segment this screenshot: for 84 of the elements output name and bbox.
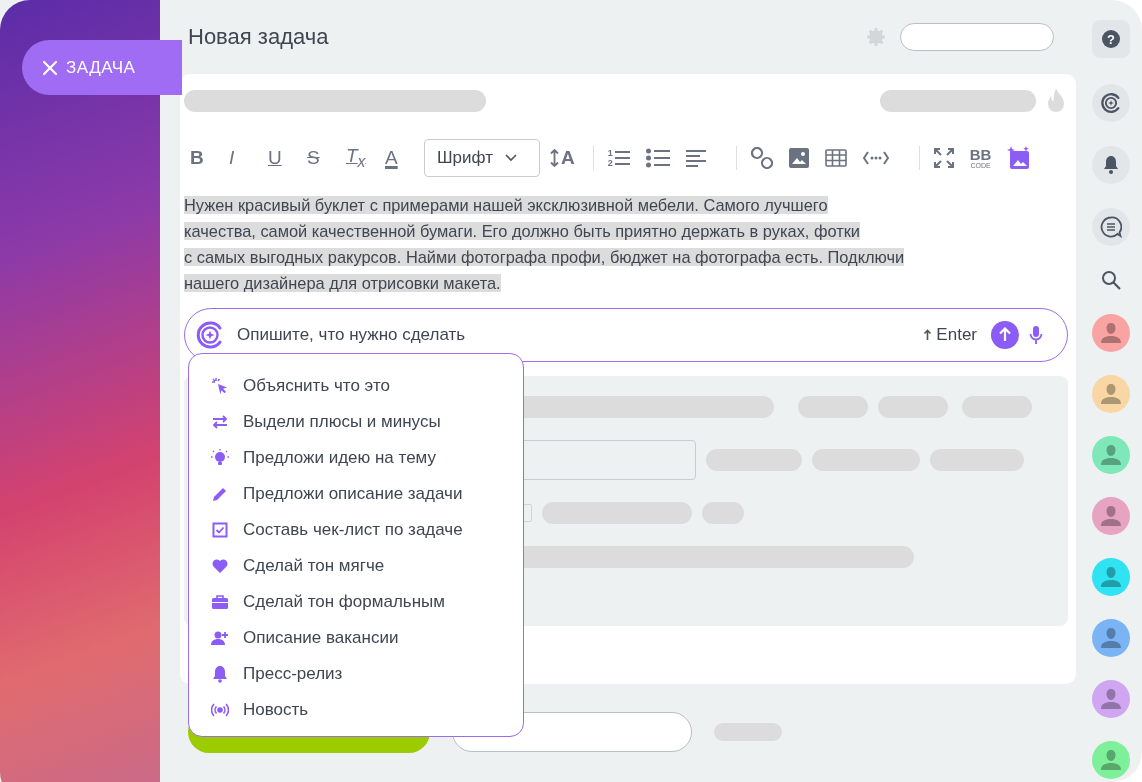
swap-icon	[211, 413, 229, 431]
menu-item-label: Предложи описание задачи	[243, 484, 463, 504]
clear-format-button[interactable]: T$_{x}$	[346, 145, 385, 171]
chevron-down-icon	[504, 154, 517, 162]
bell-icon	[1102, 155, 1120, 175]
italic-button[interactable]: I	[229, 147, 268, 169]
enter-hint: Enter	[923, 325, 977, 345]
chat-button[interactable]	[1092, 208, 1130, 246]
user-avatar[interactable]	[1092, 436, 1130, 474]
user-avatar[interactable]	[1092, 741, 1130, 779]
sparkle-image-icon[interactable]	[1007, 146, 1032, 170]
user-avatar[interactable]	[1092, 314, 1130, 352]
user-avatar[interactable]	[1092, 497, 1130, 535]
menu-item-label: Новость	[243, 700, 309, 720]
menu-item-label: Сделай тон мягче	[243, 556, 385, 576]
lines-icon	[614, 149, 630, 167]
microphone-icon[interactable]	[1029, 325, 1043, 345]
menu-item[interactable]: Сделай тон формальным	[211, 584, 523, 620]
chat-icon	[1100, 216, 1122, 238]
person-icon	[1101, 505, 1121, 527]
cursor-icon	[211, 377, 229, 395]
user-avatar[interactable]	[1092, 375, 1130, 413]
menu-item-label: Описание вакансии	[243, 628, 399, 648]
code-icon[interactable]	[862, 150, 889, 166]
menu-item[interactable]: Составь чек-лист по задаче	[211, 512, 523, 548]
text-color-button[interactable]: A	[385, 147, 424, 169]
task-description: Нужен красивый буклет с примерами нашей эксклюзивной мебели. Самого лучшего качества, самой качественной бумаги. Его должно быть приятно держать в руках, фотки с самых выгодных ракурсов. Найми фотографа профи, бюджет на фотографа есть. Подключи нашего дизайнера для отрисовки макета.	[184, 195, 906, 294]
person-icon	[1101, 383, 1121, 405]
user-avatar[interactable]	[1092, 558, 1130, 596]
menu-item-label: Выдели плюсы и минусы	[243, 412, 441, 432]
notifications-button[interactable]	[1092, 146, 1130, 184]
briefcase-icon	[211, 593, 229, 611]
menu-item[interactable]: Объяснить что это	[211, 368, 523, 404]
bell-icon	[211, 665, 229, 683]
link-icon[interactable]	[750, 147, 773, 169]
person-icon	[1101, 627, 1121, 649]
header-input-field[interactable]	[900, 23, 1054, 51]
align-left-icon[interactable]	[685, 149, 706, 167]
font-dropdown[interactable]: Шрифт	[424, 139, 540, 177]
menu-item[interactable]: Описание вакансии	[211, 620, 523, 656]
bold-button[interactable]: B	[190, 147, 229, 169]
person-icon	[1101, 688, 1121, 710]
menu-item[interactable]: Пресс-релиз	[211, 656, 523, 692]
fullscreen-icon[interactable]	[933, 148, 954, 168]
bullet-list-icon[interactable]	[645, 148, 670, 168]
ai-prompt-input[interactable]: Опишите, что нужно сделать	[235, 324, 914, 346]
menu-item-label: Объяснить что это	[243, 376, 390, 396]
user-avatar[interactable]	[1092, 619, 1130, 657]
image-icon[interactable]	[788, 148, 809, 168]
menu-item[interactable]: Выдели плюсы и минусы	[211, 404, 523, 440]
broadcast-icon	[211, 701, 229, 719]
underline-button[interactable]: U	[268, 147, 307, 169]
ai-assistant-button[interactable]	[1092, 84, 1130, 122]
send-button[interactable]	[991, 321, 1019, 349]
person-icon	[1101, 322, 1121, 344]
checkbox-icon	[211, 521, 229, 539]
help-button[interactable]: ?	[1092, 20, 1130, 58]
up-arrow-icon	[923, 329, 933, 341]
strikethrough-button[interactable]: S	[307, 147, 346, 169]
person-icon	[1101, 749, 1121, 771]
heart-icon	[211, 557, 229, 575]
window-title: Новая задача	[188, 24, 330, 50]
up-down-arrow-icon	[550, 149, 559, 167]
close-icon	[42, 59, 58, 76]
ai-assistant-icon	[1100, 92, 1122, 114]
menu-item[interactable]: Сделай тон мягче	[211, 548, 523, 584]
menu-item-label: Предложи идею на тему	[243, 448, 436, 468]
menu-item[interactable]: Предложи идею на тему	[211, 440, 523, 476]
table-icon[interactable]	[824, 149, 847, 167]
menu-item-label: Сделай тон формальным	[243, 592, 445, 612]
menu-item[interactable]: Предложи описание задачи	[211, 476, 523, 512]
search-icon[interactable]	[1101, 270, 1121, 290]
bulb-icon	[211, 449, 229, 467]
user-plus-icon	[211, 629, 229, 647]
menu-item[interactable]: Новость	[211, 692, 523, 728]
numbered-list-button[interactable]: 1 2	[607, 148, 630, 168]
menu-item-label: Составь чек-лист по задаче	[243, 520, 463, 540]
menu-item-label: Пресс-релиз	[243, 664, 343, 684]
pencil-icon	[211, 485, 229, 503]
person-icon	[1101, 444, 1121, 466]
font-size-button[interactable]: A	[550, 147, 575, 169]
user-avatar[interactable]	[1092, 680, 1130, 718]
close-task-button[interactable]: ЗАДАЧА	[22, 40, 182, 95]
person-icon	[1101, 566, 1121, 588]
